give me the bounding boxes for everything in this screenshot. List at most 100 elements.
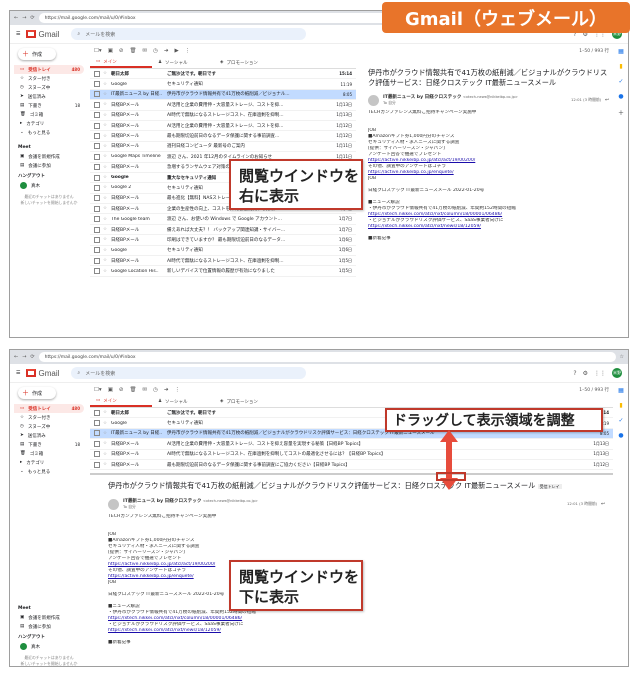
row-checkbox[interactable] — [94, 257, 100, 264]
archive-icon[interactable]: ▣ — [108, 387, 113, 393]
row-checkbox[interactable] — [94, 205, 100, 212]
reply-icon[interactable]: ↩ — [605, 98, 609, 103]
row-checkbox[interactable] — [94, 101, 100, 108]
tasks-icon[interactable]: ✓ — [618, 78, 623, 85]
sidebar-item-5[interactable]: 🗑 ゴミ箱 — [14, 110, 84, 119]
tab-primary[interactable]: ▭ メイン — [90, 396, 152, 407]
table-row[interactable]: ☆ 日経BPメール AI活用と企業の費用伸・大容量ストレージ、コストを抑... 1月1… — [90, 100, 356, 111]
sidebar-item-6[interactable]: ▸ カテゴリ — [14, 458, 84, 467]
select-checkbox[interactable]: ☐▾ — [94, 387, 102, 393]
meet-join[interactable]: ▤ 会議に参加 — [14, 161, 84, 170]
star-icon[interactable]: ☆ — [103, 441, 111, 446]
sidebar-item-4[interactable]: ▤ 下書き 18 — [14, 101, 84, 110]
star-icon[interactable]: ☆ — [103, 410, 111, 415]
delete-icon[interactable]: 🗑 — [130, 387, 137, 393]
star-icon[interactable]: ☆ — [103, 237, 111, 242]
keep-icon[interactable]: ▮ — [619, 402, 622, 409]
tab-promotions[interactable]: ◈ プロモーション — [214, 396, 276, 407]
forward-icon[interactable]: → — [22, 15, 26, 21]
row-checkbox[interactable] — [94, 122, 100, 129]
sidebar-item-6[interactable]: ▸ カテゴリ — [14, 119, 84, 128]
table-row[interactable]: ☆ 日経BPメール 印刷はできていますか？ 最も期限切迫前日のなるデータ... 1月6… — [90, 235, 356, 246]
contacts-icon[interactable]: ● — [618, 93, 623, 100]
star-icon[interactable]: ☆ — [103, 113, 111, 118]
gmail-logo[interactable]: Gmail — [26, 369, 59, 378]
table-row[interactable]: ☆ 日経BPメール 最も期限切迫前日のなるデータ保護に関する事前調査... 1月12日 — [90, 131, 356, 142]
star-icon[interactable]: ☆ — [103, 227, 111, 232]
avatar[interactable]: 米野 — [612, 368, 622, 378]
sidebar-item-7[interactable]: ⌄ もっと見る — [14, 128, 84, 137]
star-icon[interactable]: ☆ — [103, 175, 111, 180]
select-checkbox[interactable]: ☐▾ — [94, 48, 102, 54]
more-icon[interactable]: ⋮ — [175, 387, 181, 393]
star-icon[interactable]: ☆ — [103, 71, 111, 76]
row-checkbox[interactable] — [94, 440, 100, 447]
star-icon[interactable]: ☆ — [103, 102, 111, 107]
row-checkbox[interactable] — [94, 451, 100, 458]
row-checkbox[interactable] — [94, 236, 100, 243]
row-checkbox[interactable] — [94, 81, 100, 88]
row-checkbox[interactable] — [94, 216, 100, 223]
table-row[interactable]: ☆ The Google team 渡辺 さん、お使いの Windows で Goo… — [90, 214, 356, 225]
row-checkbox[interactable] — [94, 461, 100, 468]
table-row[interactable]: ☆ Google セキュリティ通知 1月6日 — [90, 246, 356, 257]
move-icon[interactable]: ➜ — [164, 387, 169, 393]
add-icon[interactable]: ＋ — [618, 108, 624, 117]
row-checkbox[interactable] — [94, 143, 100, 150]
row-checkbox[interactable] — [94, 153, 100, 160]
star-icon[interactable]: ☆ — [103, 92, 111, 97]
row-checkbox[interactable] — [94, 420, 100, 427]
table-row[interactable]: ☆ 日経BPメール 備えあれば大丈夫？！ バックアップ関連知識・サイバー... 1月7… — [90, 225, 356, 236]
compose-button[interactable]: ＋作成 — [18, 387, 56, 399]
row-checkbox[interactable] — [94, 268, 100, 275]
star-icon[interactable]: ☆ — [620, 354, 624, 360]
delete-icon[interactable]: 🗑 — [130, 48, 137, 54]
star-icon[interactable]: ☆ — [103, 196, 111, 201]
address-bar[interactable]: https://mail.google.com/mail/u/0/#inbox — [38, 352, 616, 362]
row-checkbox[interactable] — [94, 195, 100, 202]
sidebar-item-0[interactable]: ▭ 受信トレイ 480 — [14, 65, 84, 74]
star-icon[interactable]: ☆ — [103, 431, 111, 436]
back-icon[interactable]: ← — [14, 354, 18, 360]
row-checkbox[interactable] — [94, 112, 100, 119]
snooze-icon[interactable]: ◷ — [153, 387, 158, 393]
star-icon[interactable]: ☆ — [103, 462, 111, 467]
sidebar-item-7[interactable]: ⌄ もっと見る — [14, 467, 84, 476]
star-icon[interactable]: ☆ — [103, 123, 111, 128]
compose-button[interactable]: ＋作成 — [18, 48, 56, 60]
settings-icon[interactable]: ⚙ — [583, 370, 588, 377]
row-checkbox[interactable] — [94, 409, 100, 416]
search-bar[interactable]: ⌕ メールを検索 — [71, 28, 307, 40]
star-icon[interactable]: ☆ — [103, 248, 111, 253]
row-checkbox[interactable] — [94, 184, 100, 191]
archive-icon[interactable]: ▣ — [108, 48, 113, 54]
sidebar-item-3[interactable]: ➤ 送信済み — [14, 431, 84, 440]
forward-icon[interactable]: → — [22, 354, 26, 360]
mark-icon[interactable]: ✉ — [143, 387, 148, 393]
table-row[interactable]: ☆ IT最新ニュース by 日経.. 伊丹市がクラウド情報共有で41万枚の紙削減／ビ… — [90, 89, 356, 101]
menu-icon[interactable]: ☰ — [16, 31, 20, 37]
row-checkbox[interactable] — [94, 226, 100, 233]
hangouts-user[interactable]: 真木 — [14, 642, 84, 651]
label-icon[interactable]: ▶ — [175, 48, 179, 54]
star-icon[interactable]: ☆ — [103, 269, 111, 274]
meet-join[interactable]: ▤ 会議に参加 — [14, 622, 84, 631]
row-checkbox[interactable] — [94, 91, 100, 98]
search-bar[interactable]: ⌕ メールを検索 — [71, 367, 307, 379]
table-row[interactable]: ☆朝日太郎 ご無沙汰です。朝日です 15:14 — [90, 69, 356, 80]
table-row[interactable]: ☆ 日経BPメール AI活用と企業の費用伸・大容量ストレージ、コストを抑え容量を実現… — [90, 439, 613, 450]
star-icon[interactable]: ☆ — [103, 421, 111, 426]
reload-icon[interactable]: ⟳ — [30, 354, 34, 360]
row-checkbox[interactable] — [94, 430, 100, 437]
mark-icon[interactable]: ✉ — [143, 48, 148, 54]
sidebar-item-1[interactable]: ☆ スター付き — [14, 74, 84, 83]
star-icon[interactable]: ☆ — [103, 154, 111, 159]
table-row[interactable]: ☆ 日経BPメール 週刊日経コンピュータ 最新号のご案内 1月11日 — [90, 142, 356, 153]
row-checkbox[interactable] — [94, 133, 100, 140]
row-checkbox[interactable] — [94, 164, 100, 171]
reply-icon[interactable]: ↩ — [601, 502, 605, 507]
star-icon[interactable]: ☆ — [103, 452, 111, 457]
star-icon[interactable]: ☆ — [103, 217, 111, 222]
report-icon[interactable]: ⊘ — [119, 387, 124, 393]
sidebar-item-2[interactable]: ◷ スヌーズ中 — [14, 83, 84, 92]
